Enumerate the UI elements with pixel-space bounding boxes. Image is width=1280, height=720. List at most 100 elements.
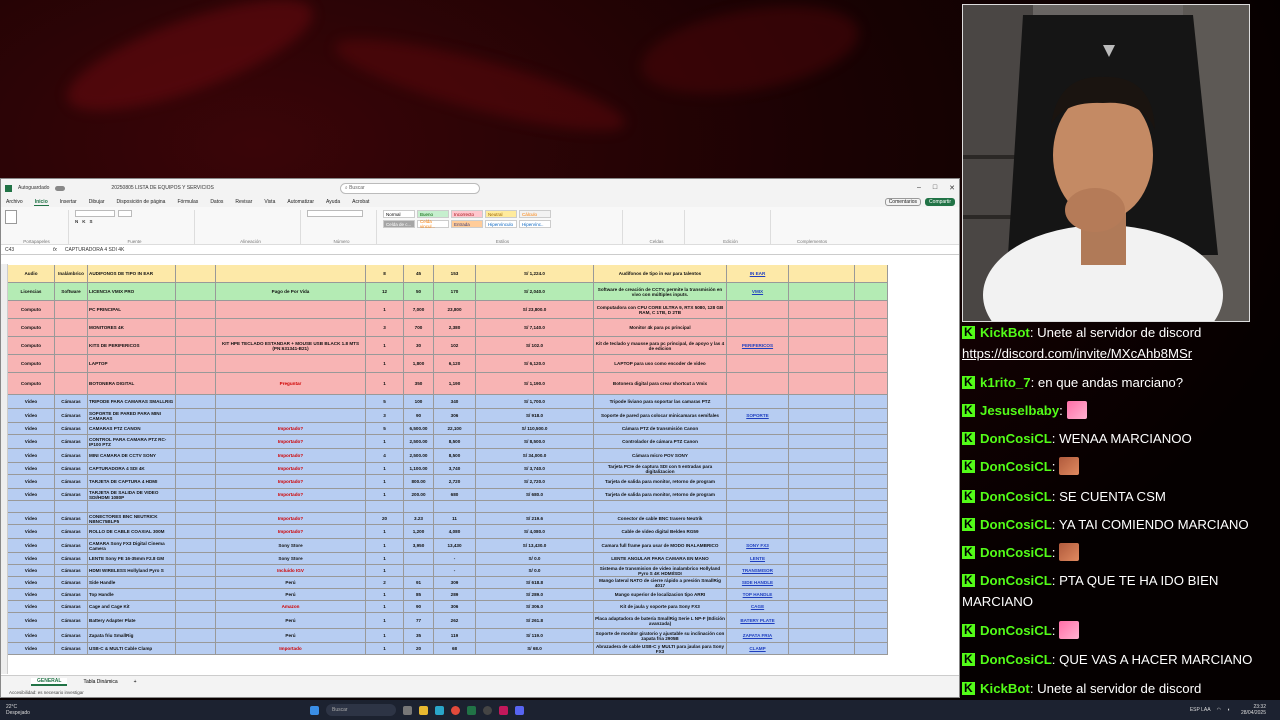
chat-username[interactable]: DonCosiCL: [980, 573, 1052, 588]
cell-f[interactable]: 5: [366, 423, 404, 435]
cell-b[interactable]: Cámaras: [55, 613, 88, 629]
cell-c[interactable]: CONECTORES BNC NEUTRICK NBNC75BLP5: [88, 513, 176, 525]
cell-a[interactable]: Video: [8, 539, 55, 553]
cell-f[interactable]: 4: [366, 449, 404, 463]
cell-c[interactable]: Side Handle: [88, 577, 176, 589]
cell-g[interactable]: 7,000: [404, 301, 434, 319]
cell-i[interactable]: S/ 3,740.0: [476, 463, 594, 475]
cell-h[interactable]: 2,720: [434, 475, 476, 489]
table-row[interactable]: Video Cámaras CONECTORES BNC NEUTRICK NBNC…: [8, 513, 888, 525]
cell-h[interactable]: 170: [434, 283, 476, 301]
taskbar-search[interactable]: Buscar: [326, 704, 396, 716]
cell-g[interactable]: 91: [404, 577, 434, 589]
cell-b[interactable]: Cámaras: [55, 577, 88, 589]
cell-f[interactable]: 1: [366, 525, 404, 539]
bold-button[interactable]: N: [75, 219, 78, 224]
cell-empty[interactable]: [789, 643, 855, 655]
cell-i[interactable]: S/ 68.0: [476, 643, 594, 655]
cell-a[interactable]: Video: [8, 601, 55, 613]
table-row[interactable]: Video Cámaras Battery Adapter Plate Perú 1 77…: [8, 613, 888, 629]
cell-c[interactable]: KITS DE PERIFERICOS: [88, 337, 176, 355]
cell-e[interactable]: Importado?: [216, 489, 366, 501]
cell-h[interactable]: 289: [434, 589, 476, 601]
cell-i[interactable]: [476, 501, 594, 513]
cell-d[interactable]: [176, 301, 216, 319]
cell-j[interactable]: Tarjeta de salida para monitor, retorno …: [594, 489, 727, 501]
cell-a[interactable]: Video: [8, 449, 55, 463]
cell-f[interactable]: 1: [366, 613, 404, 629]
menu-tab[interactable]: Disposición de página: [116, 199, 167, 205]
cell-style-swatch[interactable]: Normal: [383, 210, 415, 218]
table-row[interactable]: Video Cámaras Top Handle Perú 1 85 289 S/ 289.0…: [8, 589, 888, 601]
cell-f[interactable]: 1: [366, 435, 404, 449]
cell-d[interactable]: [176, 395, 216, 409]
cell-i[interactable]: S/ 219.6: [476, 513, 594, 525]
cell-f[interactable]: 20: [366, 513, 404, 525]
cell-j[interactable]: Conector de cable BNC trasero Neutrik: [594, 513, 727, 525]
cell-a[interactable]: Video: [8, 643, 55, 655]
cell-empty[interactable]: [855, 355, 888, 373]
cell-b[interactable]: [55, 373, 88, 395]
cell-k[interactable]: VMIX: [727, 283, 789, 301]
cell-empty[interactable]: [855, 501, 888, 513]
cell-b[interactable]: [55, 301, 88, 319]
cell-h[interactable]: 8,500: [434, 435, 476, 449]
cell-style-swatch[interactable]: Incorrecto: [451, 210, 483, 218]
cell-i[interactable]: S/ 7,140.0: [476, 319, 594, 337]
cell-f[interactable]: 1: [366, 629, 404, 643]
cell-empty[interactable]: [789, 577, 855, 589]
cell-c[interactable]: LENTE Sony FE 16-35mm F2.8 GM: [88, 553, 176, 565]
cell-empty[interactable]: [855, 409, 888, 423]
cell-h[interactable]: 340: [434, 395, 476, 409]
cell-j[interactable]: Controlador de cámara PTZ Canon: [594, 435, 727, 449]
cell-empty[interactable]: [789, 601, 855, 613]
sheet-tab[interactable]: GENERAL: [31, 677, 68, 686]
cell-g[interactable]: 77: [404, 613, 434, 629]
cell-c[interactable]: TARJETA DE SALIDA DE VIDEO SDI/HDMI 1080…: [88, 489, 176, 501]
cell-i[interactable]: S/ 618.8: [476, 577, 594, 589]
menu-tab[interactable]: Datos: [209, 199, 224, 205]
cell-e[interactable]: Importado?: [216, 463, 366, 475]
cell-c[interactable]: Battery Adapter Plate: [88, 613, 176, 629]
cell-e[interactable]: [216, 319, 366, 337]
cell-a[interactable]: Computo: [8, 373, 55, 395]
cell-b[interactable]: Cámaras: [55, 423, 88, 435]
cell-j[interactable]: Tarjeta de salida para monitor, retorno …: [594, 475, 727, 489]
chat-username[interactable]: DonCosiCL: [980, 517, 1052, 532]
cell-j[interactable]: Cable de video digital Belden RG59: [594, 525, 727, 539]
cell-d[interactable]: [176, 489, 216, 501]
cell-e[interactable]: KIT HPE TECLADO ESTANDAR + MOUSE USB BLA…: [216, 337, 366, 355]
cell-h[interactable]: 11: [434, 513, 476, 525]
cell-h[interactable]: 680: [434, 489, 476, 501]
cell-g[interactable]: 200.00: [404, 489, 434, 501]
cell-b[interactable]: Cámaras: [55, 435, 88, 449]
cell-k[interactable]: [727, 501, 789, 513]
cell-d[interactable]: [176, 525, 216, 539]
cell-empty[interactable]: [855, 525, 888, 539]
cell-empty[interactable]: [855, 449, 888, 463]
table-row[interactable]: Video Cámaras LENTE Sony FE 16-35mm F2.8 G…: [8, 553, 888, 565]
cell-empty[interactable]: [789, 513, 855, 525]
cell-f[interactable]: 8: [366, 265, 404, 283]
table-row[interactable]: Video Cámaras TARJETA DE SALIDA DE VIDEO S…: [8, 489, 888, 501]
paste-icon[interactable]: [5, 210, 17, 224]
cell-b[interactable]: Inalámbrico: [55, 265, 88, 283]
cell-k[interactable]: SIDE HANDLE: [727, 577, 789, 589]
cell-h[interactable]: 102: [434, 337, 476, 355]
cell-a[interactable]: Computo: [8, 319, 55, 337]
cell-g[interactable]: 1,800: [404, 355, 434, 373]
cell-k[interactable]: [727, 435, 789, 449]
cell-e[interactable]: Perú: [216, 629, 366, 643]
clock[interactable]: 23:32 28/04/2025: [1241, 704, 1266, 716]
cell-empty[interactable]: [789, 553, 855, 565]
cell-h[interactable]: 1,190: [434, 373, 476, 395]
cell-j[interactable]: Sistema de transmision de video inalambr…: [594, 565, 727, 577]
cell-k[interactable]: LENTE: [727, 553, 789, 565]
task-view-icon[interactable]: [403, 705, 412, 715]
cell-j[interactable]: Monitor 4k para pc principal: [594, 319, 727, 337]
cell-a[interactable]: Video: [8, 423, 55, 435]
cell-k[interactable]: [727, 475, 789, 489]
table-row[interactable]: Computo BOTONERA DIGITAL Preguntar 1 350 1,19…: [8, 373, 888, 395]
cell-h[interactable]: 306: [434, 409, 476, 423]
cell-d[interactable]: [176, 601, 216, 613]
